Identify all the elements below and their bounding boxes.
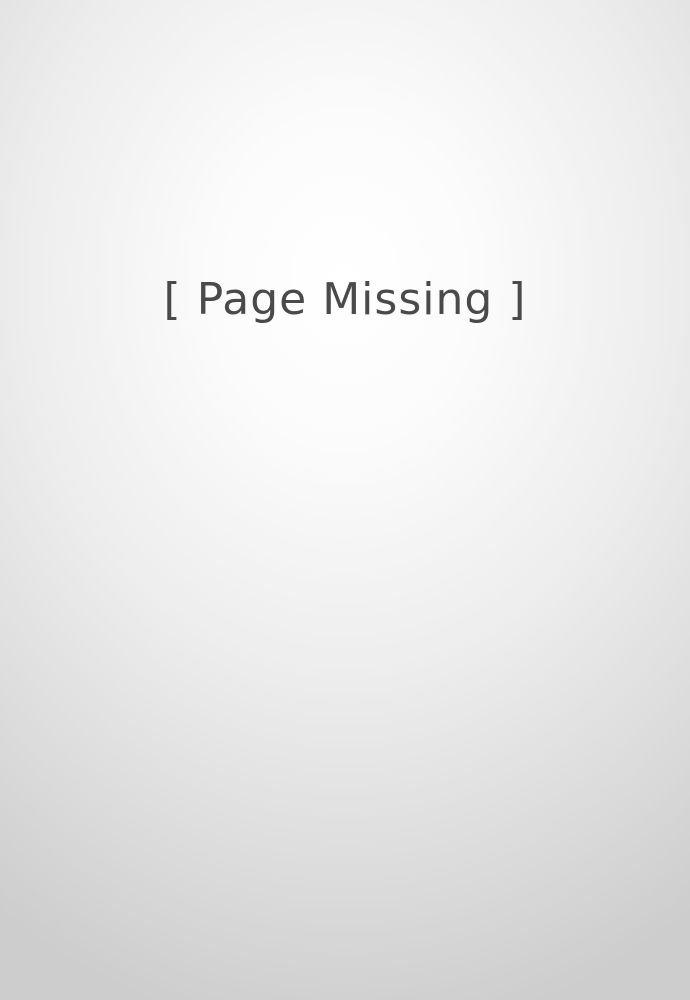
page-missing-placeholder: [ Page Missing ] — [0, 0, 690, 1000]
page-missing-message: [ Page Missing ] — [163, 274, 527, 325]
